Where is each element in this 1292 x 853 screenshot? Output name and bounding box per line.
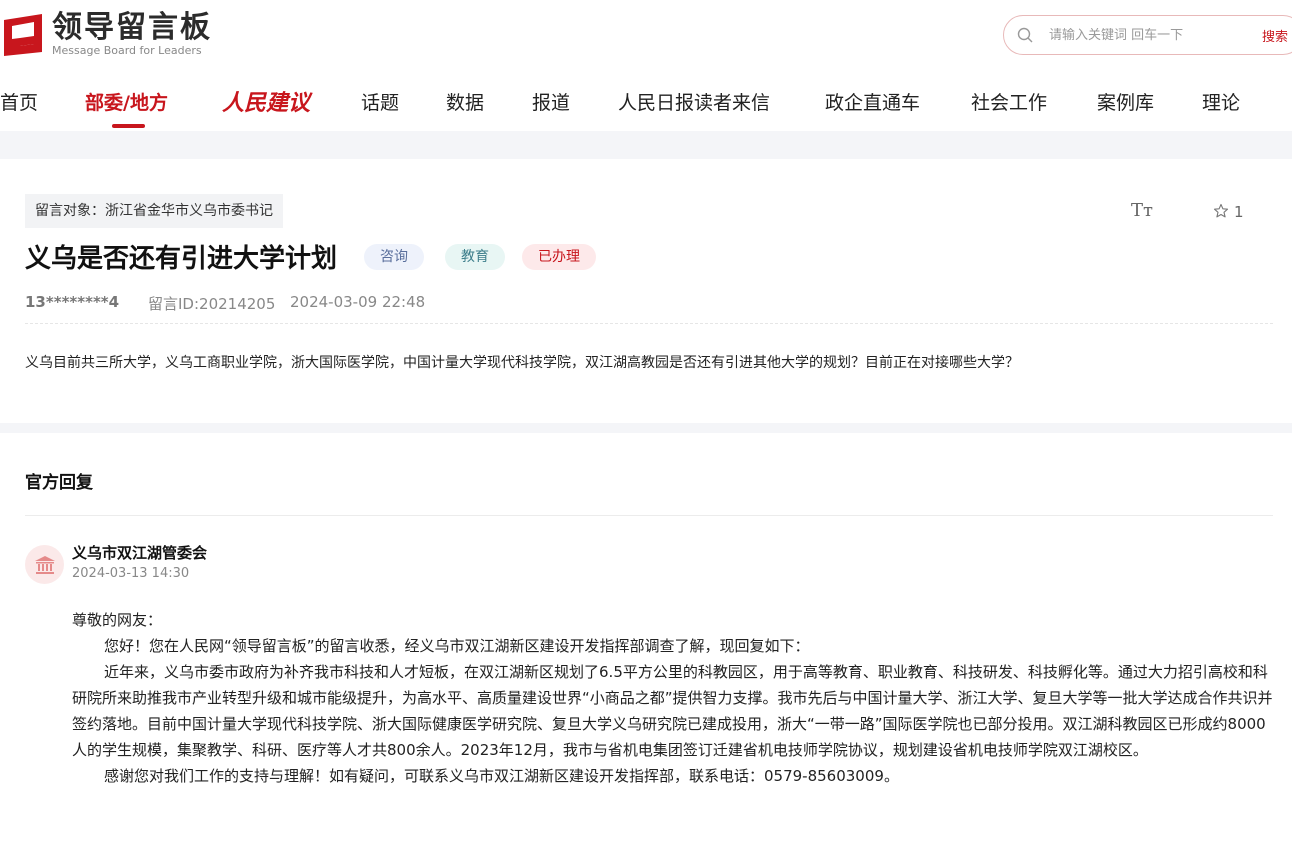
nav-reader-letters[interactable]: 人民日报读者来信 — [618, 88, 770, 115]
nav-social-work[interactable]: 社会工作 — [971, 88, 1047, 115]
favorite-count: 1 — [1234, 203, 1244, 221]
nav-reports[interactable]: 报道 — [532, 88, 570, 115]
nav-home[interactable]: 首页 — [0, 88, 38, 115]
divider — [25, 323, 1273, 324]
nav-case-library[interactable]: 案例库 — [1097, 88, 1154, 115]
logo-title: 领导留言板 — [52, 9, 212, 45]
reply-paragraph: 感谢您对我们工作的支持与理解！如有疑问，可联系义乌市双江湖新区建设开发指挥部，联… — [104, 767, 899, 785]
reply-paragraph: 近年来，义乌市委市政府为补齐我市科技和人才短板，在双江湖新区规划了6.5平方公里… — [72, 663, 1273, 759]
section-band — [0, 423, 1292, 433]
message-user: 13********4 — [25, 293, 120, 311]
reply-org: 义乌市双江湖管委会 — [72, 544, 208, 562]
message-title: 义乌是否还有引进大学计划 — [25, 244, 338, 274]
badge-type[interactable]: 咨询 — [364, 244, 424, 270]
site-logo[interactable]: 领导留言板 Message Board for Leaders — [0, 12, 212, 58]
nav-active-indicator — [112, 124, 145, 128]
reply-paragraph: 您好！您在人民网“领导留言板”的留言收悉，经义乌市双江湖新区建设开发指挥部调查了… — [104, 637, 810, 655]
site-header: 领导留言板 Message Board for Leaders 搜索 — [0, 0, 1292, 72]
badge-category[interactable]: 教育 — [445, 244, 505, 270]
star-icon[interactable] — [1213, 203, 1229, 219]
section-band — [0, 131, 1292, 159]
badge-status: 已办理 — [522, 244, 596, 270]
font-size-icon[interactable]: Tт — [1131, 200, 1153, 221]
reply-body: 尊敬的网友： 您好！您在人民网“领导留言板”的留言收悉，经义乌市双江湖新区建设开… — [72, 607, 1278, 789]
search-button[interactable]: 搜索 — [1262, 26, 1288, 45]
nav-topics[interactable]: 话题 — [361, 88, 399, 115]
nav-theory[interactable]: 理论 — [1202, 88, 1240, 115]
nav-ministries-local[interactable]: 部委/地方 — [85, 88, 168, 115]
nav-people-suggestions[interactable]: 人民建议 — [222, 85, 310, 117]
reply-time: 2024-03-13 14:30 — [72, 566, 190, 581]
message-target: 留言对象：浙江省金华市义乌市委书记 — [25, 194, 283, 228]
main-nav: 首页 部委/地方 人民建议 话题 数据 报道 人民日报读者来信 政企直通车 社会… — [0, 78, 1292, 130]
reply-greeting: 尊敬的网友： — [72, 611, 163, 629]
divider — [25, 515, 1273, 516]
message-content: 义乌目前共三所大学，义乌工商职业学院，浙大国际医学院，中国计量大学现代科技学院，… — [25, 355, 1019, 371]
nav-enterprise-express[interactable]: 政企直通车 — [825, 88, 920, 115]
government-building-icon — [34, 555, 55, 574]
logo-mark-icon — [4, 14, 42, 56]
search-icon[interactable] — [1017, 27, 1033, 43]
nav-data[interactable]: 数据 — [446, 88, 484, 115]
search-input[interactable] — [1049, 27, 1239, 43]
avatar — [25, 545, 64, 584]
message-id: 留言ID:20214205 — [148, 295, 276, 313]
message-time: 2024-03-09 22:48 — [290, 293, 426, 311]
reply-section-title: 官方回复 — [25, 473, 93, 493]
logo-subtitle: Message Board for Leaders — [52, 43, 202, 57]
search-box: 搜索 — [1003, 15, 1292, 55]
